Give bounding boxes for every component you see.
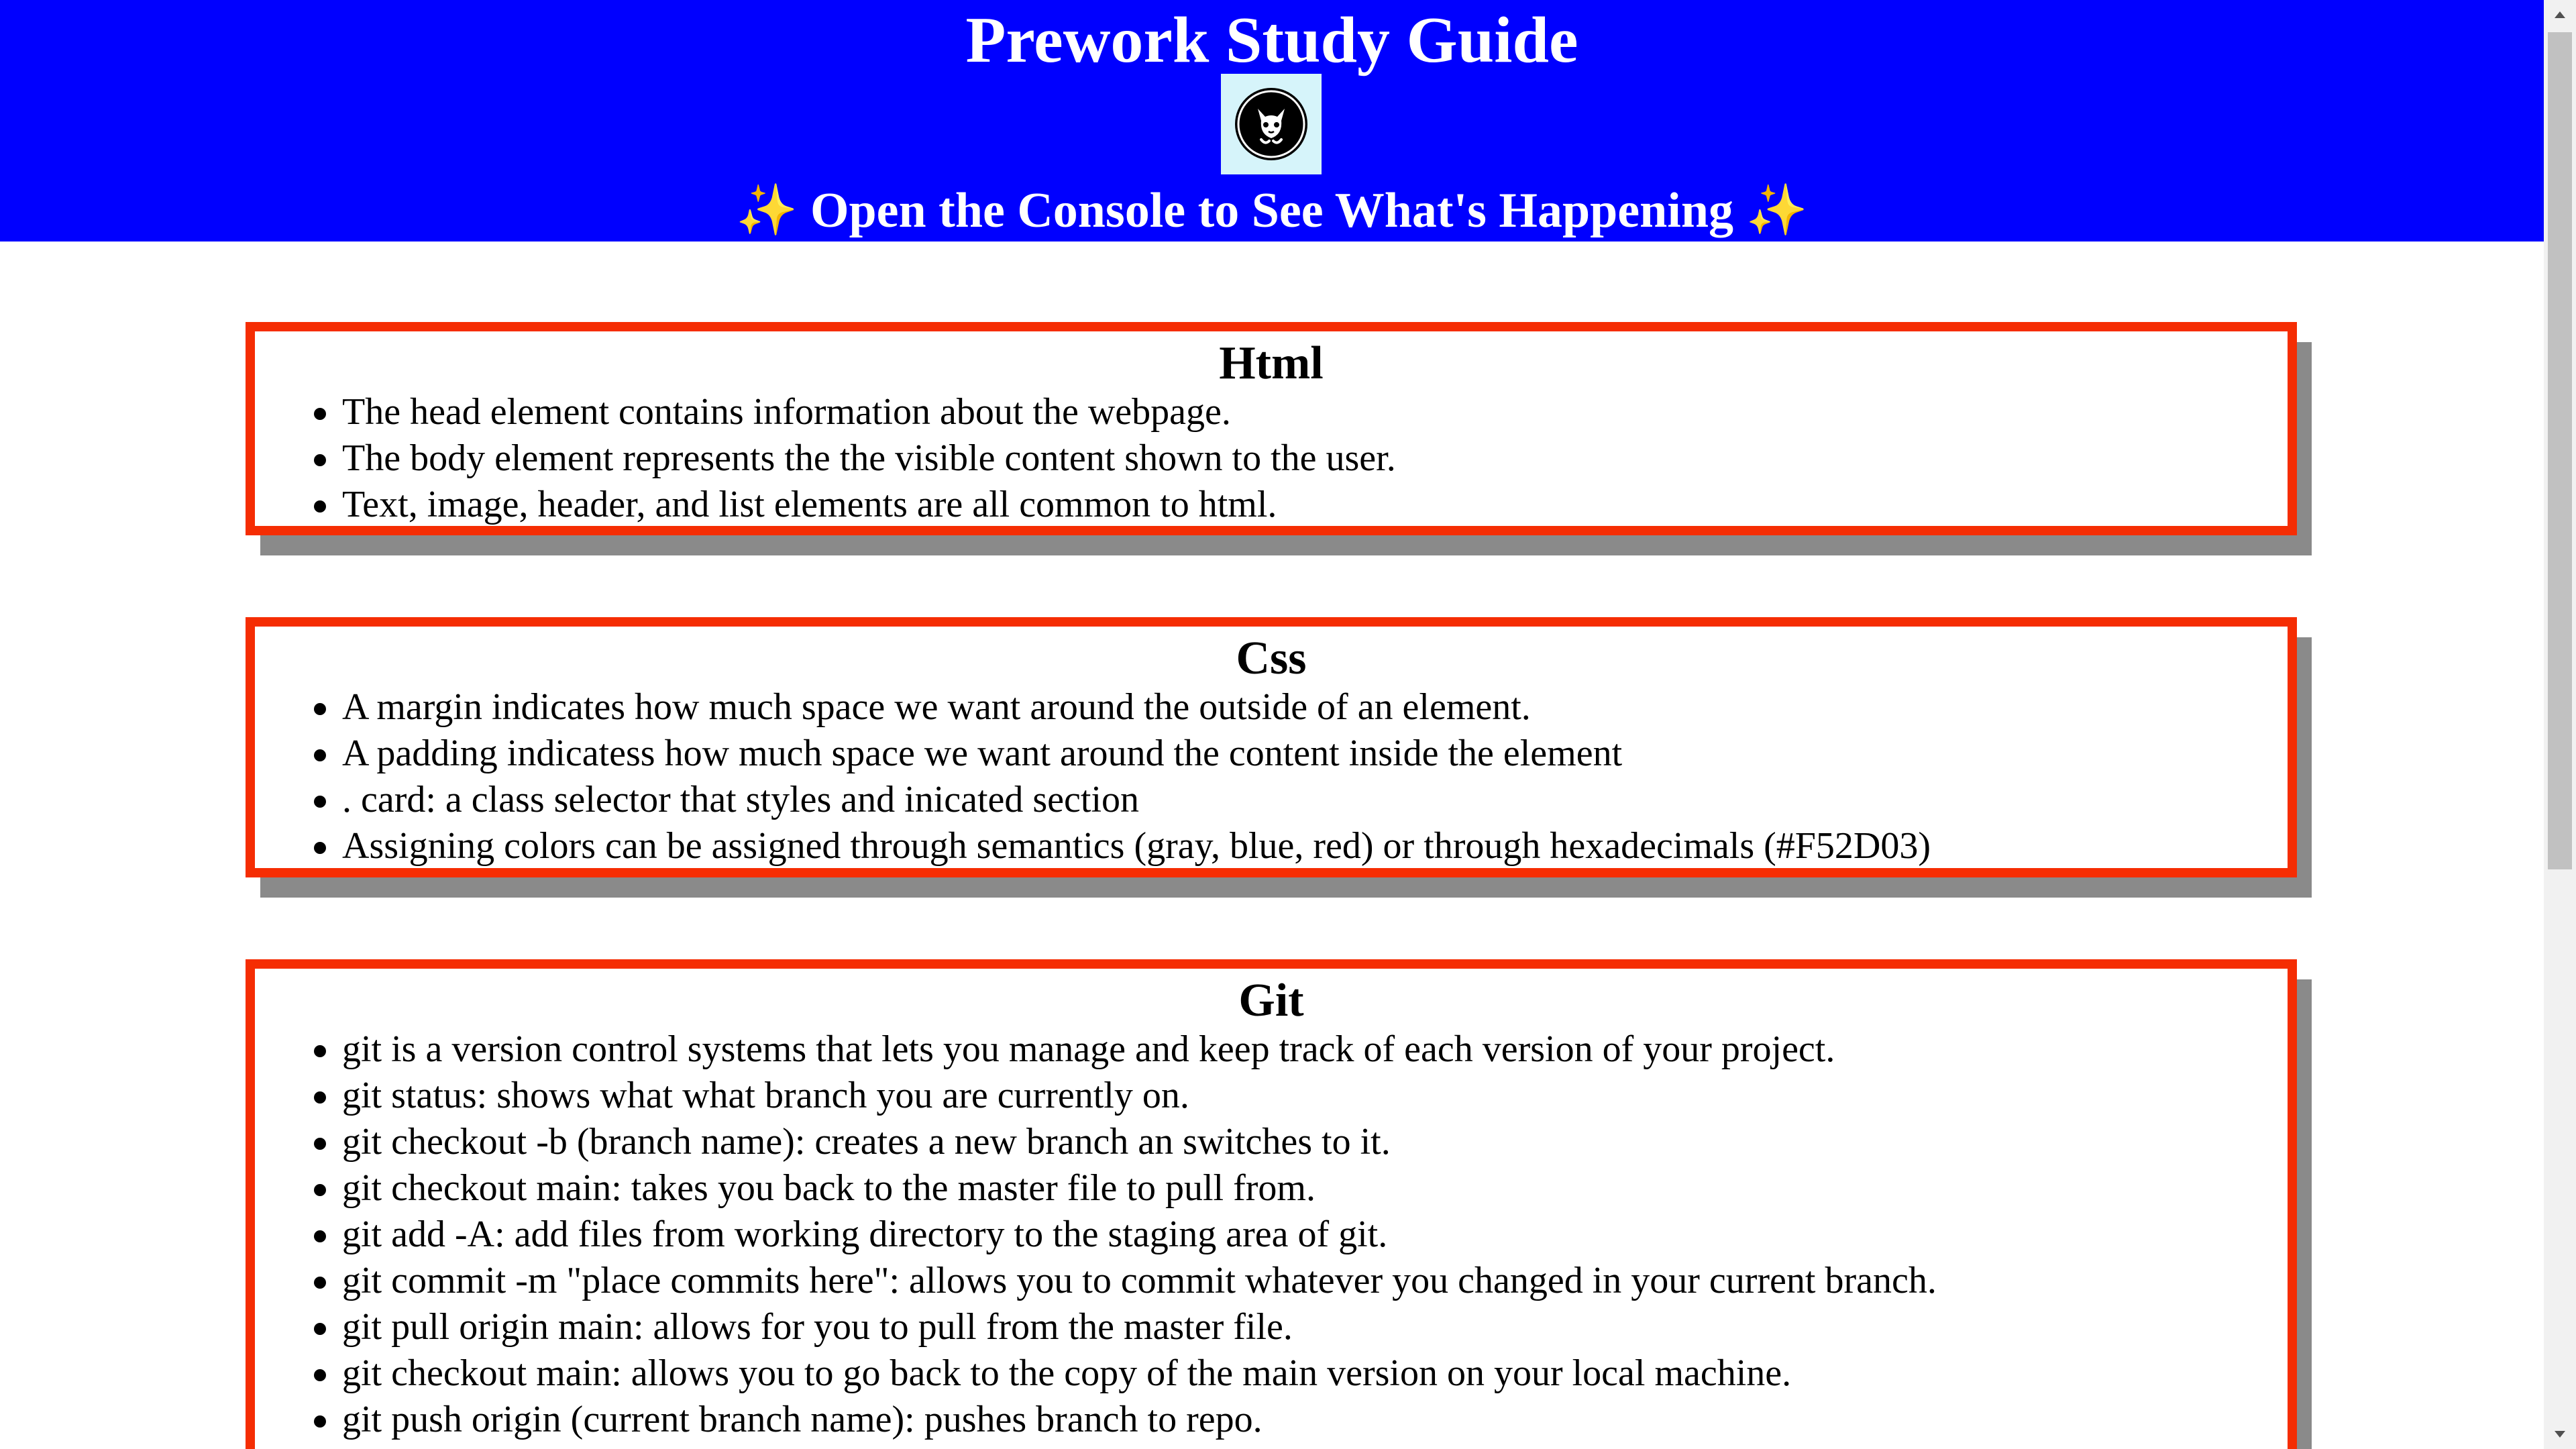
- list-item: A padding indicatess how much space we w…: [314, 731, 2288, 777]
- list-item: git checkout main: takes you back to the…: [314, 1165, 2288, 1212]
- list-item: The body element represents the the visi…: [314, 435, 2288, 482]
- list-item: git checkout -b (branch name): creates a…: [314, 1119, 2288, 1165]
- card-heading: Git: [1238, 975, 1304, 1026]
- sparkle-icon: ✨: [736, 181, 798, 239]
- scrollbar-thumb[interactable]: [2548, 32, 2572, 869]
- card-html: Html The head element contains informati…: [246, 322, 2297, 535]
- console-hint: ✨ Open the Console to See What's Happeni…: [0, 180, 2544, 241]
- header-banner: Prework Study Guide ✨ Open the Console t…: [0, 0, 2544, 241]
- vertical-scrollbar[interactable]: [2544, 0, 2576, 1449]
- scroll-up-arrow-icon[interactable]: [2544, 0, 2576, 30]
- list-item: . card: a class selector that styles and…: [314, 777, 2288, 823]
- card-css: Css A margin indicates how much space we…: [246, 617, 2297, 877]
- card-list: git is a version control systems that le…: [314, 1026, 2288, 1443]
- logo: [1221, 74, 1322, 174]
- scroll-down-arrow-icon[interactable]: [2544, 1419, 2576, 1449]
- list-item: git add -A: add files from working direc…: [314, 1212, 2288, 1258]
- list-item: git is a version control systems that le…: [314, 1026, 2288, 1073]
- card-list: A margin indicates how much space we wan…: [314, 684, 2288, 869]
- list-item: git pull origin main: allows for you to …: [314, 1304, 2288, 1350]
- card-heading: Css: [1236, 633, 1307, 684]
- list-item: git commit -m "place commits here": allo…: [314, 1258, 2288, 1304]
- list-item: Assigning colors can be assigned through…: [314, 823, 2288, 869]
- list-item: git push origin (current branch name): p…: [314, 1397, 2288, 1443]
- card-list: The head element contains information ab…: [314, 389, 2288, 528]
- page: Prework Study Guide ✨ Open the Console t…: [0, 0, 2544, 1449]
- subtitle-text: Open the Console to See What's Happening: [810, 183, 1734, 238]
- sparkle-icon: ✨: [1746, 181, 1808, 239]
- card-git: Git git is a version control systems tha…: [246, 959, 2297, 1449]
- list-item: The head element contains information ab…: [314, 389, 2288, 435]
- list-item: Text, image, header, and list elements a…: [314, 482, 2288, 528]
- list-item: git checkout main: allows you to go back…: [314, 1350, 2288, 1397]
- card-heading: Html: [1219, 337, 1324, 389]
- page-title: Prework Study Guide: [965, 4, 1578, 76]
- cat-logo-icon: [1235, 88, 1307, 160]
- list-item: A margin indicates how much space we wan…: [314, 684, 2288, 731]
- list-item: git status: shows what what branch you a…: [314, 1073, 2288, 1119]
